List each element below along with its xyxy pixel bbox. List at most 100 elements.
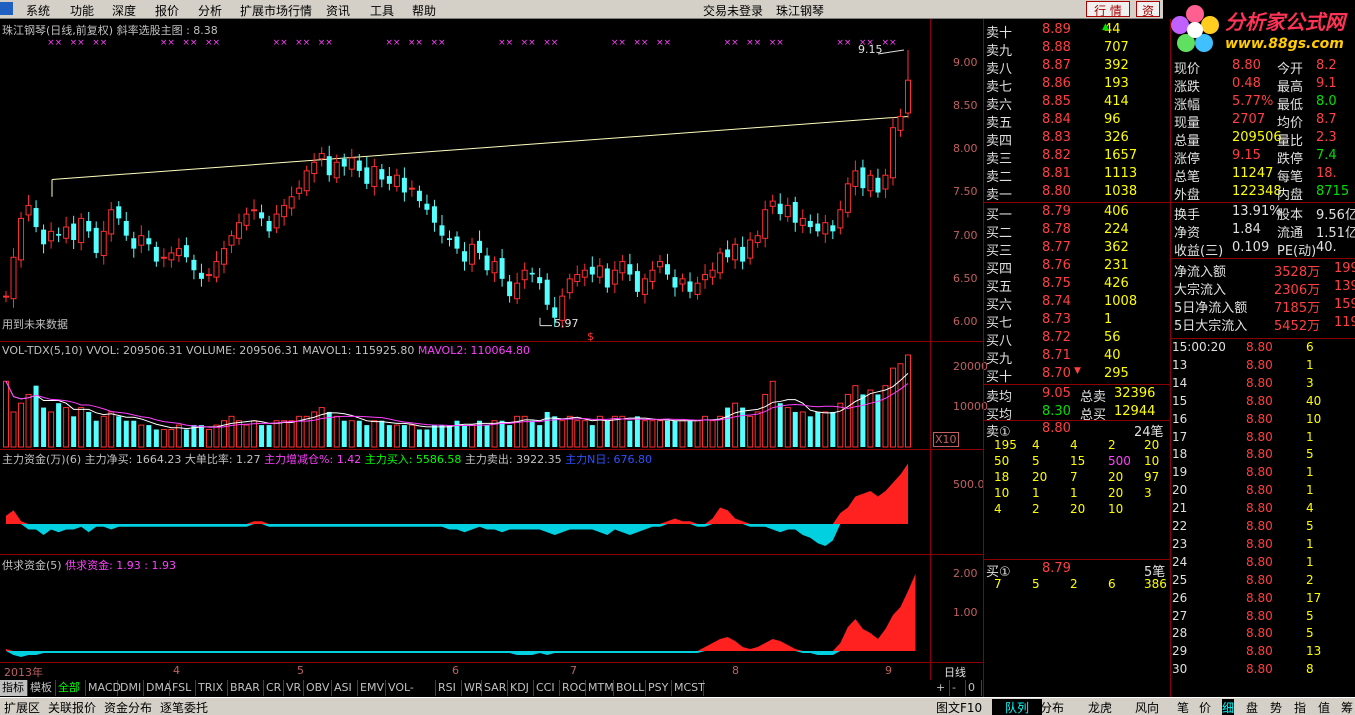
candle-body <box>875 177 881 193</box>
indicator-tab[interactable]: OBV <box>304 680 332 696</box>
volume-bar <box>596 415 603 448</box>
queue-order: 97 <box>1144 470 1160 484</box>
status-extend[interactable]: 扩展区 <box>4 699 40 715</box>
menu-analysis[interactable]: 分析 <box>198 2 222 19</box>
indicator-tab[interactable]: 全部 <box>56 680 86 696</box>
queue-order: 1 <box>1032 486 1040 500</box>
volume-bar <box>777 403 783 447</box>
status-order-detail[interactable]: 逐笔委托 <box>160 699 208 715</box>
indicator-tab[interactable]: TRIX <box>196 680 228 696</box>
pane-title-part: 主力买入: 5586.58 <box>364 453 465 466</box>
candle-body <box>815 223 821 232</box>
quote-label: 净资 <box>1174 226 1201 241</box>
sell-volume: 193 <box>1104 76 1129 91</box>
flow-value-2: 139 <box>1334 279 1355 294</box>
flow-label: 净流入额 <box>1174 265 1227 280</box>
indicator-tab[interactable]: SAR <box>482 680 508 696</box>
volume-bar <box>116 416 122 447</box>
tick-tab-price[interactable]: 价 <box>1199 699 1211 715</box>
sell-price: 8.88 <box>1042 40 1071 55</box>
indicator-tab[interactable]: VR <box>284 680 304 696</box>
menu-function[interactable]: 功能 <box>70 2 94 19</box>
candle-body <box>288 196 295 209</box>
sell-price: 8.85 <box>1042 94 1071 109</box>
menu-help[interactable]: 帮助 <box>412 2 436 19</box>
indicator-tab[interactable]: VOL-TDX <box>386 680 436 710</box>
indicator-tab[interactable]: CR <box>264 680 284 696</box>
indicator-tab[interactable]: FSL <box>170 680 196 696</box>
flow-value: 5452万 <box>1274 319 1321 334</box>
tick-tab-bi[interactable]: 笔 <box>1177 699 1189 715</box>
login-status[interactable]: 交易未登录 <box>703 2 763 19</box>
status-distribution-tab[interactable]: 分布 <box>1040 699 1064 715</box>
indicator-tab[interactable]: EMV <box>358 680 386 696</box>
indicator-tab[interactable]: BOLL <box>614 680 646 696</box>
status-dragon-tiger-tab[interactable]: 龙虎 <box>1088 699 1112 715</box>
indicator-tab[interactable]: 指标 <box>0 680 28 696</box>
tick-time: 21 <box>1172 501 1188 516</box>
candle-body <box>318 153 325 160</box>
menu-extended-market[interactable]: 扩展市场行情 <box>240 2 312 19</box>
volume-bar <box>717 415 724 448</box>
candle-body <box>228 235 235 246</box>
quote-value: 5.77% <box>1232 94 1274 109</box>
zoom-control[interactable]: - <box>950 680 966 696</box>
tick-tab-value[interactable]: 值 <box>1318 699 1330 715</box>
indicator-tab[interactable]: PSY <box>646 680 672 696</box>
candle-body <box>649 269 656 282</box>
candle-body <box>544 279 550 305</box>
price-axis-label: 8.50 <box>953 99 978 113</box>
tick-tab-chips[interactable]: 筹 <box>1341 699 1353 715</box>
candle-body <box>672 277 678 288</box>
status-fund-distribution[interactable]: 资金分布 <box>104 699 152 715</box>
status-queue-tab[interactable]: 队列 <box>992 699 1042 715</box>
tick-tab-book[interactable]: 盘 <box>1246 699 1258 715</box>
indicator-tab[interactable]: CCI <box>534 680 560 696</box>
menu-system[interactable]: 系统 <box>26 2 50 19</box>
volume-bar <box>649 420 656 448</box>
quote-label: 收益(三) <box>1174 244 1224 259</box>
indicator-tab[interactable]: RSI <box>436 680 462 696</box>
tick-tab-detail[interactable]: 细 <box>1222 699 1235 715</box>
tick-price: 8.80 <box>1246 626 1273 641</box>
queue-order: 10 <box>1144 454 1160 468</box>
indicator-tab[interactable]: DMI <box>118 680 144 696</box>
quote-button[interactable]: 行 情 <box>1086 1 1130 18</box>
indicator-tab[interactable]: WR <box>462 680 483 696</box>
period-label[interactable]: 日线 <box>944 664 966 680</box>
volume-bar <box>687 420 693 447</box>
indicator-tab[interactable]: BRAR <box>228 680 264 696</box>
news-button[interactable]: 资 <box>1136 1 1160 18</box>
candle-body <box>431 206 437 223</box>
candle-body <box>93 227 99 253</box>
indicator-tab[interactable]: ROC <box>560 680 586 696</box>
status-f10[interactable]: 图文F10 <box>936 699 982 715</box>
menu-news[interactable]: 资讯 <box>326 2 350 19</box>
zoom-control[interactable]: + <box>934 680 950 696</box>
indicator-tab[interactable]: MTM <box>586 680 614 696</box>
candle-body <box>462 251 468 262</box>
queue-order: 6 <box>1108 577 1116 591</box>
menu-tools[interactable]: 工具 <box>370 2 394 19</box>
indicator-tab[interactable]: MCST <box>672 680 705 696</box>
volume-bar <box>627 420 633 447</box>
indicator-tab[interactable]: KDJ <box>508 680 534 696</box>
indicator-tab[interactable]: 模板 <box>28 680 56 696</box>
zoom-control[interactable]: 0 <box>966 680 982 696</box>
quote-value: 40. <box>1316 240 1337 255</box>
buy-level-label: 买七 <box>986 316 1013 331</box>
signal-x-mark: ×× <box>92 38 107 48</box>
tick-tab-trend[interactable]: 势 <box>1270 699 1282 715</box>
menu-quote[interactable]: 报价 <box>155 2 179 19</box>
x-axis-label: 4 <box>173 664 180 677</box>
indicator-tab[interactable]: MACD <box>86 680 121 696</box>
status-related-quote[interactable]: 关联报价 <box>48 699 96 715</box>
indicator-tab[interactable]: DMA <box>144 680 172 696</box>
price-pane: ×× ×× ×× ×× ×× ×× ×× ×× ×× ×× ×× ×× ×× ×× ×× ×× ×× ×× ×× ××… <box>3 38 911 329</box>
indicator-tab[interactable]: ASI <box>332 680 358 696</box>
tick-tab-index[interactable]: 指 <box>1294 699 1306 715</box>
status-wind-tab[interactable]: 风向 <box>1135 699 1159 715</box>
volume-bar <box>747 415 754 448</box>
menu-depth[interactable]: 深度 <box>112 2 136 19</box>
pane-title-part: MAVOL2: 110064.80 <box>417 344 531 357</box>
